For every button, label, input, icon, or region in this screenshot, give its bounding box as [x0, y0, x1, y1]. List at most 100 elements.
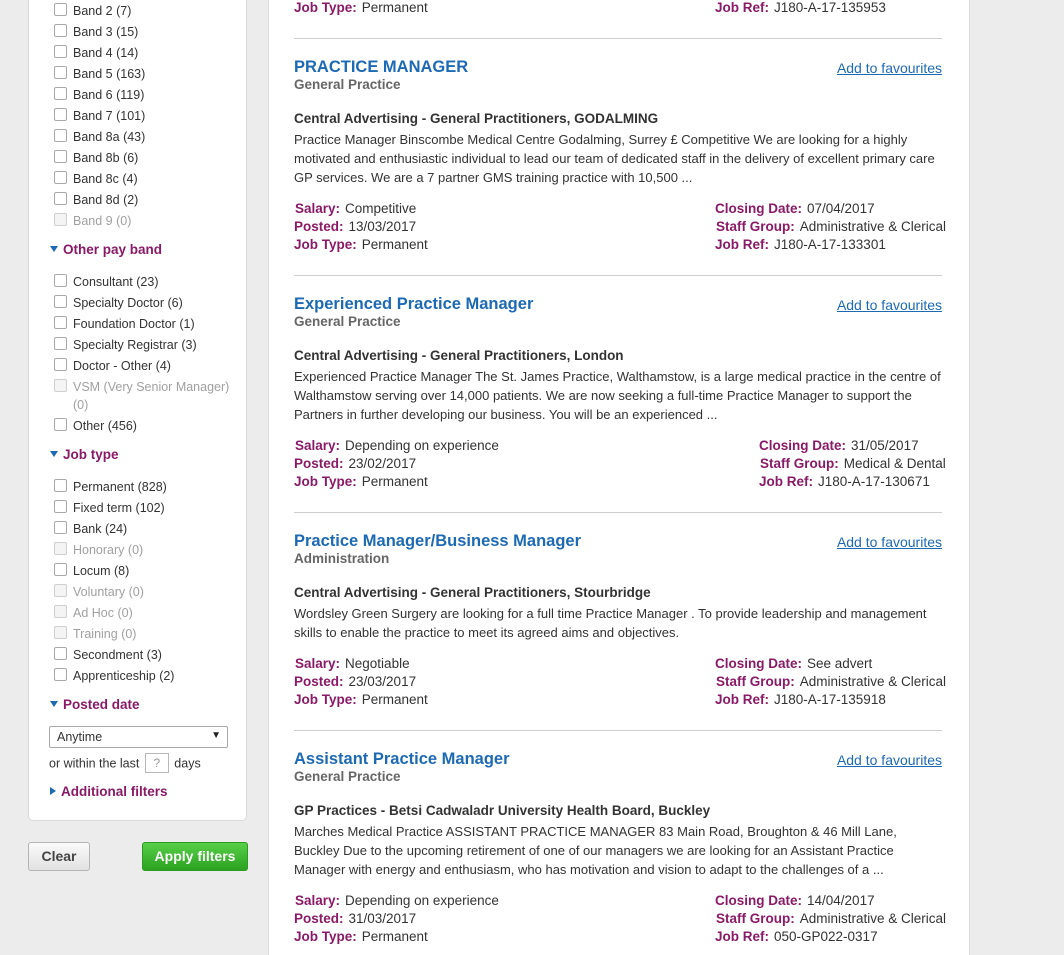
checkbox[interactable]: [54, 24, 67, 37]
checkbox-label: Training (0): [73, 627, 137, 641]
job-closing-date: Closing Date: 31/05/2017: [759, 438, 919, 453]
checkbox[interactable]: [54, 150, 67, 163]
checkbox: [54, 379, 67, 392]
checkbox-label: Band 6 (119): [73, 88, 145, 102]
job-closing-date: Closing Date: See advert: [715, 656, 873, 671]
divider: [294, 730, 942, 731]
checkbox[interactable]: [54, 563, 67, 576]
checkbox: [54, 542, 67, 555]
expand-triangle-icon: [50, 246, 58, 253]
job-category: General Practice: [294, 77, 401, 92]
checkbox[interactable]: [54, 418, 67, 431]
job-title-link[interactable]: PRACTICE MANAGER: [294, 58, 468, 77]
checkbox-label: Band 8d (2): [73, 193, 139, 207]
checkbox[interactable]: [54, 647, 67, 660]
checkbox-label: Specialty Registrar (3): [73, 338, 197, 352]
checkbox-label: Locum (8): [73, 564, 130, 578]
days-input[interactable]: ?: [144, 753, 169, 773]
job-salary: Salary: Depending on experience: [295, 893, 499, 908]
add-to-favourites-link[interactable]: Add to favourites: [837, 534, 942, 550]
checkbox-label: Band 8b (6): [73, 151, 139, 165]
job-description: Practice Manager Binscombe Medical Centr…: [294, 132, 935, 185]
checkbox: [54, 605, 67, 618]
checkbox[interactable]: [54, 337, 67, 350]
job-ref: Job Ref: J180-A-17-130671: [759, 474, 930, 489]
checkbox[interactable]: [54, 316, 67, 329]
posted-date-select[interactable]: Anytime ▼: [49, 726, 228, 748]
checkbox-label: Doctor - Other (4): [73, 359, 171, 373]
checkbox[interactable]: [54, 668, 67, 681]
job-staff-group: Staff Group: Administrative & Clerical: [716, 219, 947, 234]
checkbox[interactable]: [54, 358, 67, 371]
checkbox-label: Bank (24): [73, 522, 128, 536]
add-to-favourites-link[interactable]: Add to favourites: [837, 60, 942, 76]
checkbox[interactable]: [54, 274, 67, 287]
expand-triangle-icon: [50, 451, 58, 458]
expand-triangle-icon: [50, 701, 58, 708]
job-staff-group: Staff Group: Medical & Dental: [760, 456, 946, 471]
job-closing-date: Closing Date: 14/04/2017: [715, 893, 875, 908]
job-salary: Salary: Depending on experience: [295, 438, 499, 453]
checkbox[interactable]: [54, 87, 67, 100]
job-posted: Posted: 31/03/2017: [294, 911, 417, 926]
job-salary: Salary: Negotiable: [295, 656, 410, 671]
job-staff-group: Staff Group: Administrative & Clerical: [716, 674, 947, 689]
divider: [294, 275, 942, 276]
job-category: General Practice: [294, 769, 401, 784]
job-closing-date: Closing Date: 07/04/2017: [715, 201, 875, 216]
job-type: Job Type: Permanent: [294, 692, 428, 707]
job-ref: Job Ref: J180-A-17-133301: [715, 237, 886, 252]
checkbox[interactable]: [54, 66, 67, 79]
job-posted: Posted: 23/02/2017: [294, 456, 417, 471]
checkbox[interactable]: [54, 45, 67, 58]
job-employer: GP Practices - Betsi Cadwaladr Universit…: [294, 803, 711, 818]
checkbox[interactable]: [54, 3, 67, 16]
checkbox: [54, 213, 67, 226]
job-title-link[interactable]: Assistant Practice Manager: [294, 750, 510, 769]
checkbox-label: Foundation Doctor (1): [73, 317, 195, 331]
job-employer: Central Advertising - General Practition…: [294, 585, 651, 600]
job-ref: Job Ref: J180-A-17-135918: [715, 692, 886, 707]
checkbox-label: Apprenticeship (2): [73, 669, 175, 683]
section-toggle-posted-date[interactable]: Posted date: [50, 697, 140, 712]
checkbox-label: Band 2 (7): [73, 4, 132, 18]
job-description: Marches Medical Practice ASSISTANT PRACT…: [294, 824, 897, 877]
job-posted: Posted: 23/03/2017: [294, 674, 417, 689]
checkbox[interactable]: [54, 500, 67, 513]
within-suffix: days: [174, 756, 201, 771]
clear-button[interactable]: Clear: [28, 842, 90, 871]
checkbox[interactable]: [54, 129, 67, 142]
job-description: Experienced Practice Manager The St. Jam…: [294, 369, 941, 422]
section-toggle-job-type[interactable]: Job type: [50, 447, 119, 462]
divider: [294, 512, 942, 513]
job-employer: Central Advertising - General Practition…: [294, 348, 624, 363]
add-to-favourites-link[interactable]: Add to favourites: [837, 752, 942, 768]
job-category: Administration: [294, 551, 390, 566]
checkbox-label: Secondment (3): [73, 648, 162, 662]
checkbox-label: Band 8c (4): [73, 172, 138, 186]
job-posted: Posted: 13/03/2017: [294, 219, 417, 234]
within-prefix: or within the last: [49, 756, 140, 771]
checkbox[interactable]: [54, 479, 67, 492]
checkbox[interactable]: [54, 171, 67, 184]
checkbox-label: Specialty Doctor (6): [73, 296, 183, 310]
checkbox[interactable]: [54, 192, 67, 205]
job-description: Wordsley Green Surgery are looking for a…: [294, 606, 927, 640]
job-results-panel: Job Type: Permanent Job Ref: J180-A-17-135…: [268, 0, 970, 955]
add-to-favourites-link[interactable]: Add to favourites: [837, 297, 942, 313]
checkbox-label: Voluntary (0): [73, 585, 144, 599]
apply-filters-button[interactable]: Apply filters: [142, 842, 248, 871]
job-employer: Central Advertising - General Practition…: [294, 111, 659, 126]
job-title-link[interactable]: Practice Manager/Business Manager: [294, 532, 581, 551]
checkbox: [54, 626, 67, 639]
checkbox[interactable]: [54, 108, 67, 121]
checkbox-label: Band 7 (101): [73, 109, 146, 123]
checkbox[interactable]: [54, 521, 67, 534]
section-toggle-additional-filters[interactable]: Additional filters: [50, 784, 168, 799]
job-salary: Salary: Competitive: [295, 201, 417, 216]
checkbox[interactable]: [54, 295, 67, 308]
job-staff-group: Staff Group: Administrative & Clerical: [716, 911, 947, 926]
section-toggle-other-pay-band[interactable]: Other pay band: [50, 242, 162, 257]
job-title-link[interactable]: Experienced Practice Manager: [294, 295, 533, 314]
checkbox: [54, 584, 67, 597]
